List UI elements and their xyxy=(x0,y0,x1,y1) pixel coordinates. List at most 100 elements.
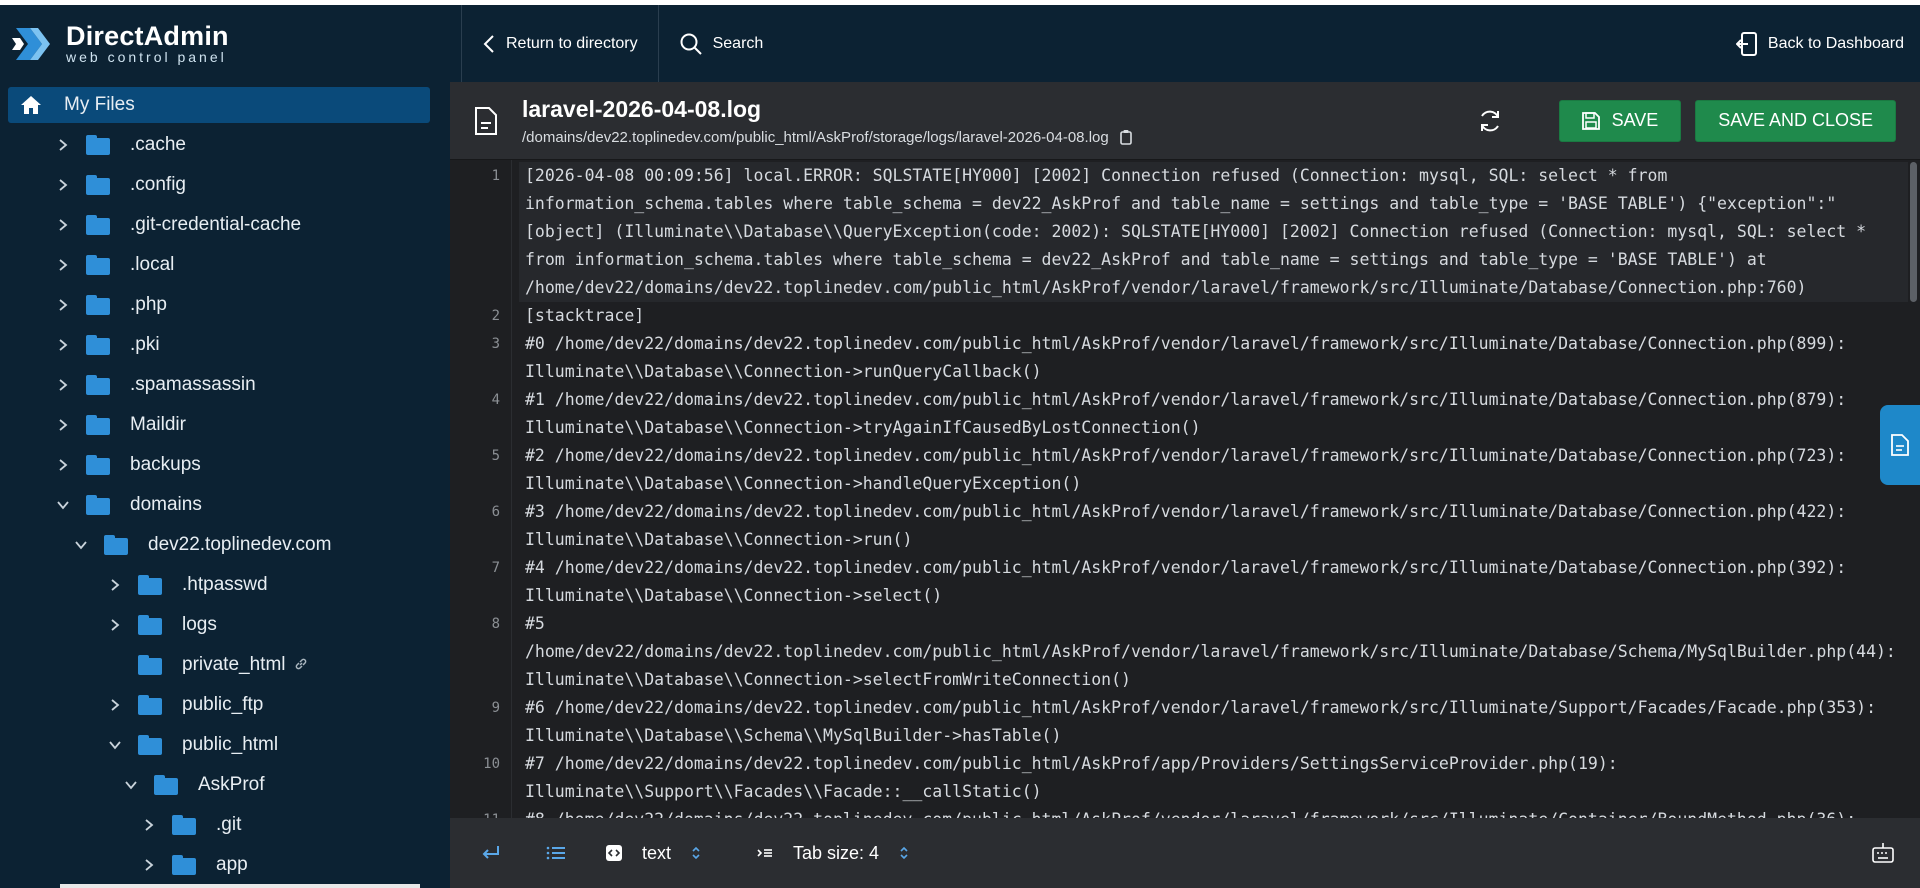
directadmin-logo-icon xyxy=(12,22,56,66)
code-line[interactable]: Illuminate\\Database\\Connection->handle… xyxy=(519,470,1909,498)
code-line[interactable]: Illuminate\\Database\\Connection->run() xyxy=(519,526,1909,554)
code-line[interactable]: from information_schema.tables where tab… xyxy=(519,246,1909,274)
chevron-right-icon[interactable] xyxy=(56,418,70,432)
code-line[interactable]: #5 xyxy=(519,610,1909,638)
sidebar-item-dev22-toplinedev-com[interactable]: dev22.toplinedev.com xyxy=(8,527,430,563)
chevron-right-icon[interactable] xyxy=(108,578,122,592)
sidebar-item-htpasswd[interactable]: .htpasswd xyxy=(8,567,430,603)
code-editor[interactable]: 1234567891011 [2026-04-08 00:09:56] loca… xyxy=(450,160,1920,818)
sidebar-item-public-ftp[interactable]: public_ftp xyxy=(8,687,430,723)
sidebar-item-app[interactable]: app xyxy=(8,847,430,883)
sidebar-item-git[interactable]: .git xyxy=(8,807,430,843)
sidebar-item-domains[interactable]: domains xyxy=(8,487,430,523)
back-label: Back to Dashboard xyxy=(1767,34,1904,52)
folder-icon xyxy=(138,615,162,635)
mode-label: text xyxy=(642,842,672,863)
code-line[interactable]: Illuminate\\Database\\Connection->select… xyxy=(519,666,1909,694)
sidebar-horizontal-scrollbar[interactable] xyxy=(60,884,420,888)
code-line[interactable]: information_schema.tables where table_sc… xyxy=(519,190,1909,218)
chevron-down-icon[interactable] xyxy=(124,778,138,792)
refresh-icon[interactable] xyxy=(1477,108,1503,134)
folder-icon xyxy=(86,295,110,315)
chevron-down-icon[interactable] xyxy=(108,738,122,752)
sidebar-item-label: public_html xyxy=(182,734,279,755)
mode-selector[interactable]: text xyxy=(606,843,701,864)
sidebar-item-logs[interactable]: logs xyxy=(8,607,430,643)
sidebar-item-public-html[interactable]: public_html xyxy=(8,727,430,763)
code-line[interactable]: /home/dev22/domains/dev22.toplinedev.com… xyxy=(519,274,1909,302)
folder-icon xyxy=(86,415,110,435)
chevron-right-icon[interactable] xyxy=(56,378,70,392)
return-to-directory-button[interactable]: Return to directory xyxy=(462,5,658,82)
sidebar-item-label: backups xyxy=(130,454,201,475)
sidebar-item-label: domains xyxy=(130,494,202,515)
code-line[interactable]: Illuminate\\Support\\Facades\\Facade::__… xyxy=(519,778,1909,806)
editor-scroll-track[interactable] xyxy=(1908,160,1920,818)
editor-scrollbar[interactable] xyxy=(1910,162,1917,302)
save-button[interactable]: SAVE xyxy=(1558,99,1682,142)
chevron-right-icon[interactable] xyxy=(142,858,156,872)
sidebar-item-maildir[interactable]: Maildir xyxy=(8,407,430,443)
chevron-down-icon[interactable] xyxy=(56,498,70,512)
chevron-right-icon[interactable] xyxy=(56,338,70,352)
brand-logo[interactable]: DirectAdmin web control panel xyxy=(0,5,462,82)
list-icon[interactable] xyxy=(546,845,566,861)
sidebar-item-my-files[interactable]: My Files xyxy=(8,87,430,123)
code-line[interactable]: Illuminate\\Database\\Connection->runQue… xyxy=(519,358,1909,386)
code-line[interactable]: /home/dev22/domains/dev22.toplinedev.com… xyxy=(519,638,1909,666)
back-to-dashboard-button[interactable]: Back to Dashboard xyxy=(1716,5,1920,82)
code-line[interactable]: Illuminate\\Database\\Connection->tryAga… xyxy=(519,414,1909,442)
sidebar-item-git-credential-cache[interactable]: .git-credential-cache xyxy=(8,207,430,243)
sidebar-item-label: .cache xyxy=(130,134,186,155)
search-label: Search xyxy=(712,34,764,52)
file-name: laravel-2026-04-08.log xyxy=(522,95,762,122)
chevron-right-icon[interactable] xyxy=(56,258,70,272)
sidebar-item-private-html[interactable]: private_html xyxy=(8,647,430,683)
copy-icon[interactable] xyxy=(1119,129,1133,145)
chevron-right-icon[interactable] xyxy=(56,218,70,232)
sidebar-item-askprof[interactable]: AskProf xyxy=(8,767,430,803)
code-line[interactable]: #1 /home/dev22/domains/dev22.toplinedev.… xyxy=(519,386,1909,414)
sidebar-item-spamassassin[interactable]: .spamassassin xyxy=(8,367,430,403)
sidebar-item-config[interactable]: .config xyxy=(8,167,430,203)
file-tree-sidebar: My Files .cache .config .git-credential-cac… xyxy=(0,82,450,888)
folder-icon xyxy=(138,735,162,755)
code-line[interactable]: Illuminate\\Database\\Connection->select… xyxy=(519,582,1909,610)
code-line[interactable]: #4 /home/dev22/domains/dev22.toplinedev.… xyxy=(519,554,1909,582)
code-line[interactable]: #0 /home/dev22/domains/dev22.toplinedev.… xyxy=(519,330,1909,358)
code-line[interactable]: #8 /home/dev22/domains/dev22.toplinedev.… xyxy=(519,806,1909,818)
sidebar-item-backups[interactable]: backups xyxy=(8,447,430,483)
code-line[interactable]: [object] (Illuminate\\Database\\QueryExc… xyxy=(519,218,1909,246)
sidebar-item-label: logs xyxy=(182,614,217,635)
word-wrap-icon[interactable] xyxy=(478,843,502,863)
chevron-right-icon[interactable] xyxy=(56,458,70,472)
side-panel-toggle[interactable] xyxy=(1880,405,1920,485)
chevron-right-icon[interactable] xyxy=(108,618,122,632)
line-number: 4 xyxy=(491,392,500,408)
sidebar-item-php[interactable]: .php xyxy=(8,287,430,323)
sidebar-item-local[interactable]: .local xyxy=(8,247,430,283)
line-number: 6 xyxy=(491,504,500,520)
chevron-down-icon[interactable] xyxy=(74,538,88,552)
code-line[interactable]: [2026-04-08 00:09:56] local.ERROR: SQLST… xyxy=(519,162,1909,190)
chevron-right-icon[interactable] xyxy=(56,178,70,192)
tab-size-selector[interactable]: Tab size: 4 xyxy=(757,843,909,864)
keyboard-icon[interactable] xyxy=(1872,843,1894,863)
code-line[interactable]: #2 /home/dev22/domains/dev22.toplinedev.… xyxy=(519,442,1909,470)
chevron-right-icon[interactable] xyxy=(56,298,70,312)
updown-chevron-icon xyxy=(692,846,700,860)
search-button[interactable]: Search xyxy=(659,5,784,82)
sidebar-item-cache[interactable]: .cache xyxy=(8,127,430,163)
code-line[interactable]: [stacktrace] xyxy=(519,302,1909,330)
save-and-close-button[interactable]: SAVE AND CLOSE xyxy=(1695,99,1896,142)
sidebar-item-label: public_ftp xyxy=(182,694,264,715)
file-text-icon xyxy=(475,106,497,135)
chevron-right-icon[interactable] xyxy=(108,698,122,712)
code-line[interactable]: #3 /home/dev22/domains/dev22.toplinedev.… xyxy=(519,498,1909,526)
code-line[interactable]: #7 /home/dev22/domains/dev22.toplinedev.… xyxy=(519,750,1909,778)
chevron-right-icon[interactable] xyxy=(56,138,70,152)
code-line[interactable]: #6 /home/dev22/domains/dev22.toplinedev.… xyxy=(519,694,1909,722)
code-line[interactable]: Illuminate\\Database\\Schema\\MySqlBuild… xyxy=(519,722,1909,750)
sidebar-item-pki[interactable]: .pki xyxy=(8,327,430,363)
chevron-right-icon[interactable] xyxy=(142,818,156,832)
